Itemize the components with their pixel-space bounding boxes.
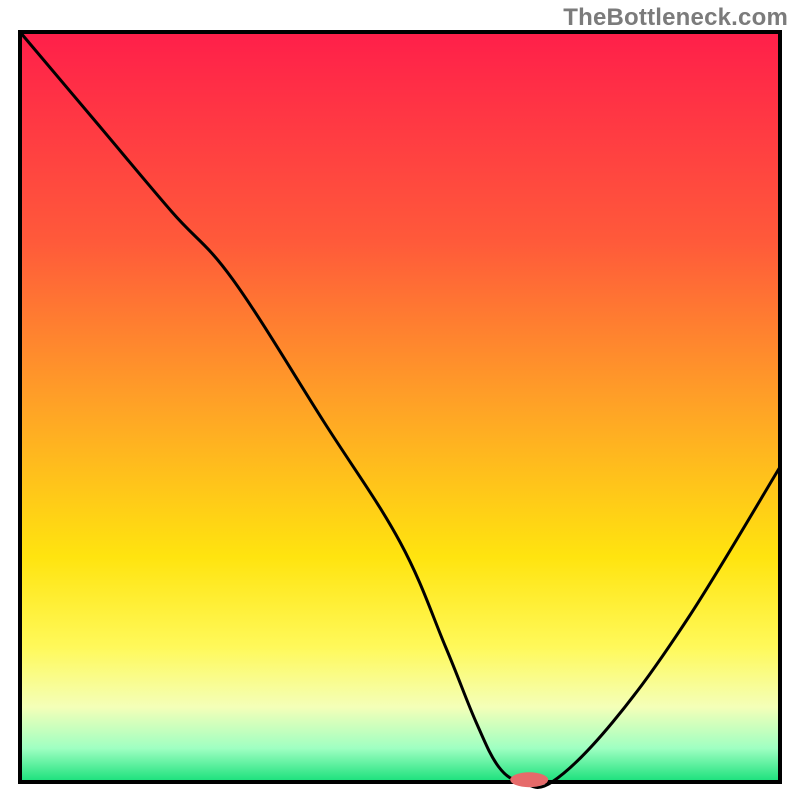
- plot-background: [20, 32, 780, 782]
- bottleneck-chart: [0, 0, 800, 800]
- chart-frame: TheBottleneck.com: [0, 0, 800, 800]
- optimum-marker: [510, 772, 548, 787]
